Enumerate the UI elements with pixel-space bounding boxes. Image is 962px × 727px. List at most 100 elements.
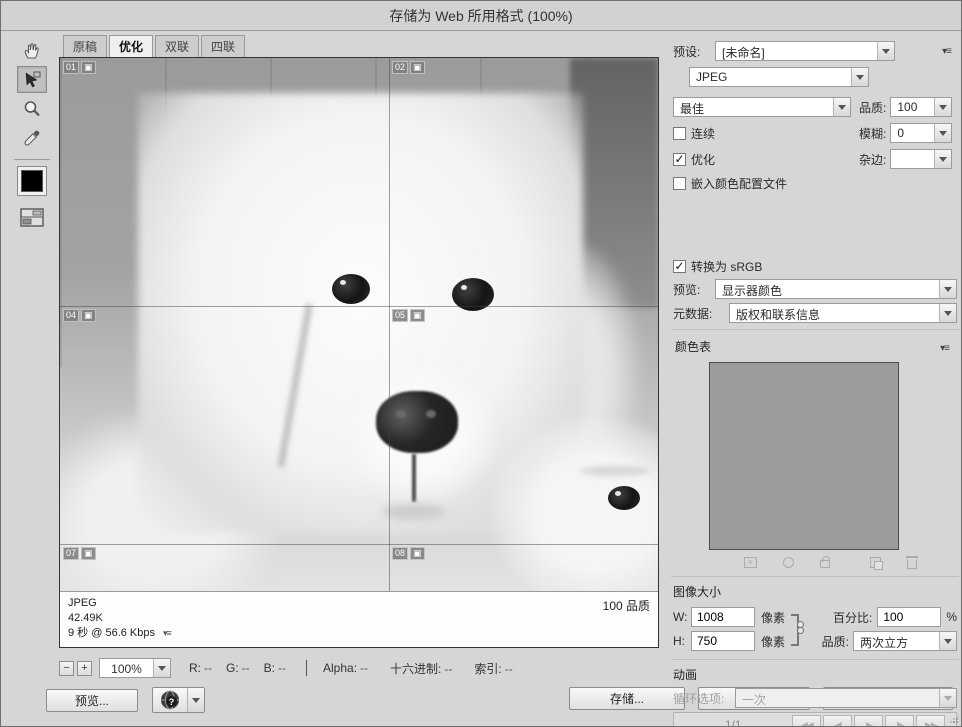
progressive-checkbox[interactable] — [673, 127, 686, 140]
metadata-value: 版权和联系信息 — [730, 304, 939, 322]
tab-optimized[interactable]: 优化 — [109, 35, 153, 57]
tool-divider — [14, 159, 50, 160]
slice-select-tool-button[interactable] — [17, 66, 47, 93]
link-icon[interactable] — [797, 627, 804, 634]
slice-08[interactable]: 08▣ — [392, 547, 425, 560]
progressive-label: 连续 — [691, 125, 715, 142]
second-puppy-brow — [580, 466, 650, 476]
zoom-tool-button[interactable] — [17, 95, 47, 122]
previous-frame-button[interactable]: ◀| — [823, 715, 852, 727]
matte-label: 杂边: — [859, 151, 886, 168]
puppy-nostril-right — [426, 410, 436, 418]
percent-input[interactable] — [877, 607, 941, 627]
format-select[interactable]: JPEG — [689, 67, 869, 87]
color-table-menu-icon[interactable]: ▾≡ — [940, 343, 949, 354]
optimized-checkbox[interactable]: ✓ — [673, 153, 686, 166]
optimize-status-area: JPEG 42.49K 9 秒 @ 56.6 Kbps▾≡ 100 品质 — [60, 591, 658, 647]
first-frame-button[interactable]: ◀◀ — [792, 715, 821, 727]
color-table-title: 颜色表 — [675, 338, 711, 355]
metadata-label: 元数据: — [673, 305, 729, 322]
slice-image-icon: ▣ — [81, 547, 96, 560]
check-icon: ✓ — [674, 261, 684, 272]
animation-playback-bar: 1/1 ◀◀ ◀| ▶ |▶ ▶▶ — [673, 712, 957, 727]
eyedropper-tool-button[interactable] — [17, 124, 47, 151]
slices-visibility-icon — [20, 208, 44, 227]
chevron-down-icon[interactable] — [187, 688, 204, 712]
zoom-level-select[interactable]: 100% — [99, 658, 171, 678]
slice-07[interactable]: 07▣ — [63, 547, 96, 560]
width-unit: 像素 — [761, 609, 785, 626]
preset-label: 预设: — [673, 43, 715, 60]
loop-options-select[interactable]: 一次 — [735, 688, 957, 708]
play-button[interactable]: ▶ — [854, 715, 883, 727]
new-color-icon[interactable] — [870, 557, 881, 568]
compression-quality-value: 最佳 — [674, 98, 833, 116]
tab-4up[interactable]: 四联 — [201, 35, 245, 57]
b-readout: B:-- — [264, 661, 286, 675]
svg-text:?: ? — [169, 697, 175, 707]
tab-original[interactable]: 原稿 — [63, 35, 107, 57]
slice-04[interactable]: 04▣ — [63, 309, 96, 322]
color-table-area — [709, 362, 899, 550]
metadata-select[interactable]: 版权和联系信息 — [729, 303, 957, 323]
slice-guide-vertical — [389, 58, 390, 591]
default-browser-button[interactable]: ? — [152, 687, 205, 713]
percent-label: 百分比: — [833, 609, 872, 626]
slice-image-icon: ▣ — [81, 309, 96, 322]
slice-image-icon: ▣ — [410, 309, 425, 322]
blur-combo[interactable]: 0 — [890, 123, 952, 143]
eyedropper-color — [21, 170, 43, 192]
status-menu-icon[interactable]: ▾≡ — [163, 628, 171, 638]
preview-panel: 原稿 优化 双联 四联 — [59, 37, 659, 648]
preview-in-browser-button[interactable]: 预览... — [46, 689, 138, 712]
resize-grip[interactable] — [950, 715, 958, 723]
matte-combo[interactable] — [890, 149, 952, 169]
section-separator — [671, 329, 959, 330]
tab-2up[interactable]: 双联 — [155, 35, 199, 57]
optimized-label: 优化 — [691, 151, 715, 168]
optimize-menu-icon[interactable]: ▾≡ — [942, 46, 951, 57]
quality-combo[interactable]: 100 — [890, 97, 952, 117]
embed-profile-checkbox[interactable] — [673, 177, 686, 190]
preview-frame: 01▣ 02▣ 04▣ 05▣ 07▣ 08▣ JPEG — [59, 57, 659, 648]
lock-color-icon[interactable] — [820, 560, 830, 568]
frame-counter: 1/1 — [674, 718, 792, 727]
status-download-time: 9 秒 @ 56.6 Kbps — [68, 627, 155, 639]
delete-color-icon[interactable] — [907, 559, 917, 569]
toggle-slices-visibility-button[interactable] — [17, 204, 47, 231]
slice-08-number: 08 — [392, 547, 408, 560]
hand-tool-button[interactable] — [17, 37, 47, 64]
save-button[interactable]: 存储... — [569, 687, 685, 710]
zoom-in-button[interactable]: + — [77, 661, 92, 676]
convert-srgb-checkbox[interactable]: ✓ — [673, 260, 686, 273]
height-unit: 像素 — [761, 633, 785, 650]
magnifier-icon — [22, 99, 42, 119]
height-input[interactable] — [691, 631, 755, 651]
width-input[interactable] — [691, 607, 755, 627]
section-separator — [671, 659, 959, 660]
next-frame-button[interactable]: |▶ — [885, 715, 914, 727]
status-format: JPEG — [68, 596, 650, 611]
chevron-down-icon — [833, 98, 850, 116]
slice-05[interactable]: 05▣ — [392, 309, 425, 322]
resample-quality-select[interactable]: 两次立方 — [853, 631, 957, 651]
preview-mode-select[interactable]: 显示器颜色 — [715, 279, 957, 299]
optimized-image-canvas[interactable]: 01▣ 02▣ 04▣ 05▣ 07▣ 08▣ — [60, 58, 658, 591]
slice-01[interactable]: 01▣ — [63, 61, 96, 74]
map-transparency-icon[interactable]: × — [744, 557, 757, 568]
embed-profile-label: 嵌入颜色配置文件 — [691, 175, 787, 192]
zoom-out-button[interactable]: − — [59, 661, 74, 676]
slice-02[interactable]: 02▣ — [392, 61, 425, 74]
eyedropper-color-swatch[interactable] — [17, 166, 47, 196]
preset-select[interactable]: [未命名] — [715, 41, 895, 61]
preview-tabs: 原稿 优化 双联 四联 — [63, 37, 659, 57]
progressive-checkbox-row[interactable]: 连续 — [673, 125, 851, 142]
web-shift-icon[interactable] — [783, 557, 794, 568]
loop-options-value: 一次 — [736, 689, 939, 707]
last-frame-button[interactable]: ▶▶ — [916, 715, 945, 727]
slice-image-icon: ▣ — [410, 61, 425, 74]
optimized-checkbox-row[interactable]: ✓ 优化 — [673, 151, 851, 168]
puppy-chin-shadow — [382, 504, 446, 520]
chevron-down-icon — [939, 689, 956, 707]
compression-quality-select[interactable]: 最佳 — [673, 97, 851, 117]
